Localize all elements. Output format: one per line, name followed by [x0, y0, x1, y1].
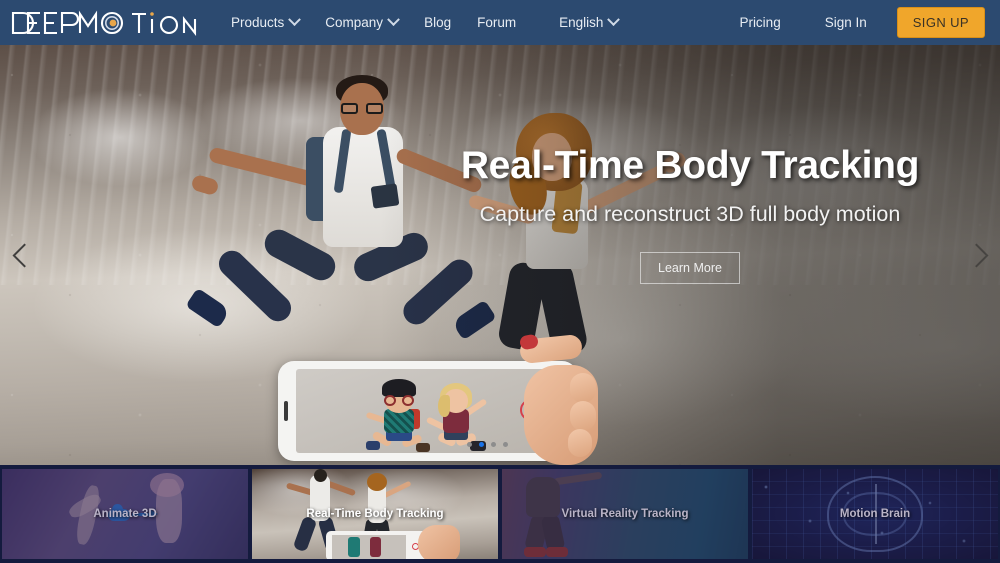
deepmotion-logo[interactable] [10, 8, 200, 38]
chevron-right-icon [964, 243, 988, 267]
nav-item-signin-label: Sign In [825, 0, 867, 45]
primary-nav-links: Products Company Blog Forum English [218, 0, 631, 45]
thumbnail-animate-3d-label: Animate 3D [2, 508, 248, 520]
thumbnail-animate-3d[interactable]: Animate 3D [0, 469, 250, 559]
deepmotion-logo-icon [10, 10, 200, 36]
nav-item-language[interactable]: English [529, 0, 631, 45]
nav-item-pricing[interactable]: Pricing [717, 0, 802, 45]
top-navigation-bar: Products Company Blog Forum English Pric… [0, 0, 1000, 45]
phone-dot-3 [491, 442, 496, 447]
chevron-left-icon [12, 243, 36, 267]
nav-item-company-label: Company [325, 0, 383, 45]
carousel-next-button[interactable] [954, 233, 998, 277]
nav-item-forum-label: Forum [477, 0, 516, 45]
logo-dot-icon [150, 12, 154, 16]
spiral-target-icon [102, 13, 122, 33]
thumbnail-virtual-reality-tracking[interactable]: Virtual Reality Tracking [500, 469, 750, 559]
secondary-nav-links: Pricing Sign In SIGN UP [717, 0, 1000, 45]
nav-item-products-label: Products [231, 0, 284, 45]
nav-item-pricing-label: Pricing [739, 0, 780, 45]
hero-title: Real-Time Body Tracking [455, 145, 925, 187]
thumbnail-virtual-reality-tracking-label: Virtual Reality Tracking [502, 508, 748, 520]
nav-item-blog-label: Blog [424, 0, 451, 45]
chevron-down-icon [288, 13, 301, 26]
hero-carousel-slide: Real-Time Body Tracking Capture and reco… [0, 45, 1000, 465]
hero-hand-holding-phone [514, 343, 614, 465]
chevron-down-icon [608, 13, 621, 26]
thumbnail-real-time-body-tracking[interactable]: Real-Time Body Tracking [250, 469, 500, 559]
carousel-prev-button[interactable] [2, 233, 46, 277]
avatar-boy [368, 379, 434, 451]
learn-more-button[interactable]: Learn More [640, 252, 740, 284]
phone-speaker [284, 401, 288, 421]
phone-dot-1 [467, 442, 472, 447]
nav-item-products[interactable]: Products [218, 0, 312, 45]
nav-item-signin[interactable]: Sign In [803, 0, 889, 45]
nav-item-blog[interactable]: Blog [411, 0, 464, 45]
nav-item-company[interactable]: Company [312, 0, 411, 45]
phone-screen-dots [467, 442, 508, 447]
carousel-thumbnail-strip: Animate 3D Real-Time Body Tracking Virtu… [0, 465, 1000, 563]
hero-subtitle: Capture and reconstruct 3D full body mot… [455, 199, 925, 230]
hero-phone-demo [278, 353, 608, 465]
hero-copy: Real-Time Body Tracking Capture and reco… [455, 145, 925, 284]
sign-up-button[interactable]: SIGN UP [897, 7, 985, 38]
thumbnail-motion-brain-label: Motion Brain [752, 508, 998, 520]
thumbnail-real-time-body-tracking-label: Real-Time Body Tracking [252, 508, 498, 520]
phone-dot-2 [479, 442, 484, 447]
nav-item-language-label: English [559, 0, 603, 45]
phone-dot-4 [503, 442, 508, 447]
thumbnail-motion-brain[interactable]: Motion Brain [750, 469, 1000, 559]
nav-item-forum[interactable]: Forum [464, 0, 529, 45]
chevron-down-icon [387, 13, 400, 26]
